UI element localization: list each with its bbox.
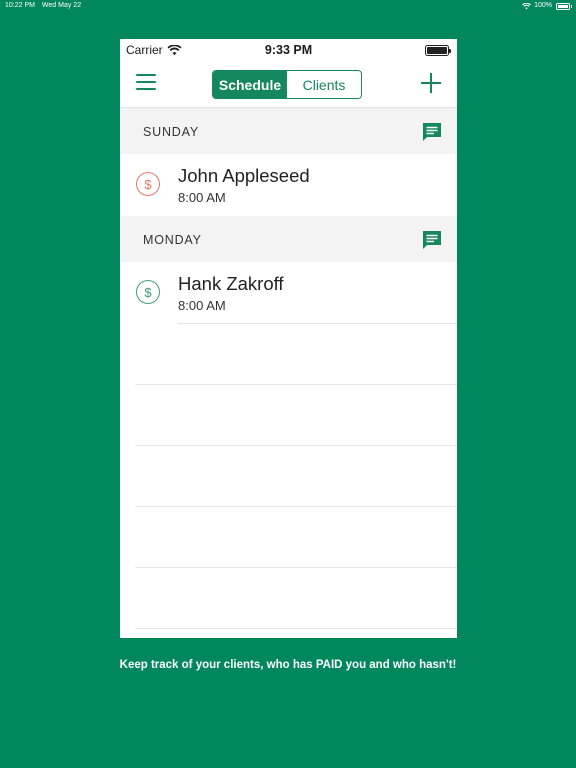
phone-status-bar: Carrier 9:33 PM — [120, 39, 457, 61]
message-icon[interactable] — [421, 229, 443, 251]
device-battery-percent: 100% — [534, 2, 552, 9]
tab-schedule[interactable]: Schedule — [213, 71, 287, 98]
device-date: Wed May 22 — [41, 2, 82, 9]
empty-row — [135, 568, 457, 629]
empty-row — [135, 324, 457, 385]
battery-icon — [425, 45, 451, 56]
promo-caption: Keep track of your clients, who has PAID… — [119, 659, 457, 671]
day-label: SUNDAY — [143, 125, 199, 139]
phone-screen: Carrier 9:33 PM Schedule Clients SUNDAY — [120, 39, 457, 638]
client-name: John Appleseed — [178, 165, 310, 186]
appointment-time: 8:00 AM — [178, 190, 226, 205]
appointment-time: 8:00 AM — [178, 298, 226, 313]
device-time: 10:22 PM — [5, 2, 35, 9]
empty-row — [135, 385, 457, 446]
tab-clients[interactable]: Clients — [287, 71, 361, 98]
wifi-icon — [522, 2, 532, 9]
appointment-row[interactable]: $ John Appleseed 8:00 AM — [120, 154, 457, 216]
message-icon[interactable] — [421, 121, 443, 143]
paid-dollar-icon: $ — [136, 280, 160, 304]
plus-icon[interactable] — [420, 72, 442, 94]
hamburger-menu-icon[interactable] — [136, 74, 156, 92]
empty-row — [135, 446, 457, 507]
phone-time: 9:33 PM — [264, 43, 313, 57]
day-label: MONDAY — [143, 233, 202, 247]
battery-icon — [556, 2, 572, 10]
device-status-bar: 10:22 PM Wed May 22 100% — [0, 0, 576, 12]
unpaid-dollar-icon: $ — [136, 172, 160, 196]
appointment-row[interactable]: $ Hank Zakroff 8:00 AM — [120, 262, 457, 324]
navigation-bar: Schedule Clients — [120, 61, 457, 108]
schedule-clients-toggle: Schedule Clients — [212, 70, 362, 99]
client-name: Hank Zakroff — [178, 273, 284, 294]
empty-row — [135, 507, 457, 568]
section-header-sunday: SUNDAY — [120, 108, 457, 154]
empty-list-area — [120, 324, 457, 629]
section-header-monday: MONDAY — [120, 216, 457, 262]
